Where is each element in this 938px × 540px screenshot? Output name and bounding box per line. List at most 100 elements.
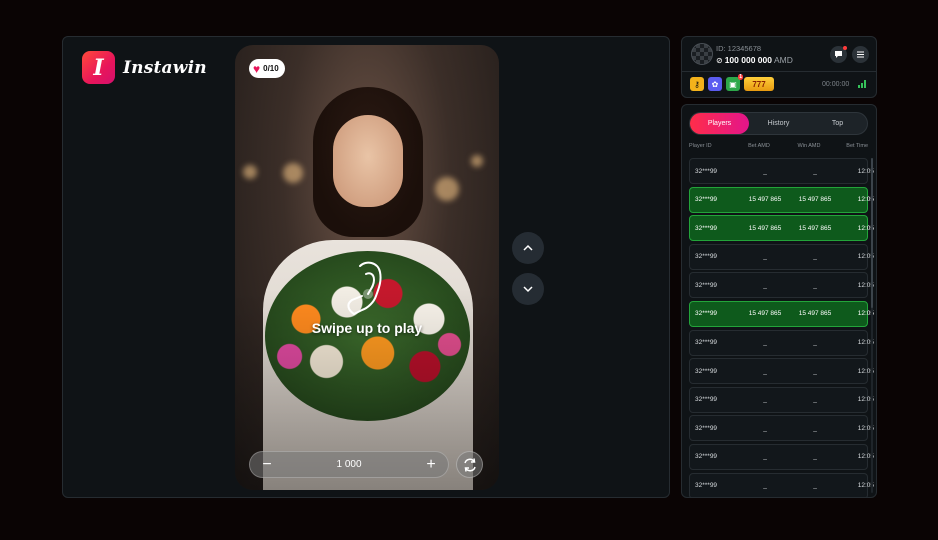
balance-currency: AMD — [773, 55, 793, 65]
win-amount: _ — [813, 424, 817, 432]
bets-panel: Players History Top Player ID Bet AMD Win AM… — [681, 104, 877, 498]
slots-badge[interactable]: 777 — [744, 77, 774, 91]
table-row: 32***99 _ _ 12:05 — [689, 386, 874, 413]
balance-amount: 100 000 000 — [724, 55, 772, 65]
refresh-icon — [463, 457, 476, 472]
table-row: 32***99 _ _ 12:05 — [689, 443, 874, 470]
bonus-badges: ⚷ ✿ ▣ 1 777 — [690, 74, 774, 91]
table-row: 32***99 _ _ 12:05 — [689, 329, 874, 356]
autoplay-button[interactable] — [456, 451, 483, 478]
bet-time: 12:05 — [857, 482, 874, 490]
win-amount: _ — [813, 482, 817, 490]
player-id: 32***99 — [695, 224, 718, 232]
likes-badge: ♥ 0/10 — [249, 59, 285, 78]
balance: ⊘ 100 000 000 AMD — [716, 55, 793, 65]
player-id: 32***99 — [695, 482, 718, 490]
win-amount: _ — [813, 367, 817, 375]
bet-amount: _ — [763, 396, 767, 404]
table-row: 32***99 _ _ 12:05 — [689, 472, 874, 497]
bets-tabs: Players History Top — [689, 112, 868, 135]
notification-dot — [843, 46, 847, 50]
bet-amount: _ — [763, 424, 767, 432]
likes-count: 0/10 — [263, 64, 279, 73]
game-card[interactable]: ♥ 0/10 Swipe up to play − 1 000 + — [235, 45, 499, 490]
user-id: ID: 12345678 — [716, 44, 762, 53]
eye-off-icon[interactable]: ⊘ — [716, 56, 723, 65]
bet-amount: _ — [763, 367, 767, 375]
table-row: 32***99 15 497 865 15 497 865 12:05 — [689, 300, 874, 327]
player-id: 32***99 — [695, 339, 718, 347]
bet-time: 12:05 — [857, 339, 874, 347]
logo-text: Instawin — [123, 57, 207, 78]
signal-icon — [858, 80, 866, 88]
table-row: 32***99 15 497 865 15 497 865 12:05 — [689, 186, 874, 213]
chevron-up-icon — [523, 244, 533, 251]
menu-button[interactable] — [852, 46, 869, 63]
table-row: 32***99 15 497 865 15 497 865 12:05 — [689, 215, 874, 242]
player-id: 32***99 — [695, 310, 718, 318]
increase-bet-button[interactable]: + — [422, 456, 440, 473]
swipe-text: Swipe up to play — [311, 320, 423, 336]
bet-time: 12:05 — [857, 453, 874, 461]
win-amount: _ — [813, 281, 817, 289]
bet-time: 12:05 — [857, 310, 874, 318]
bet-amount: _ — [763, 482, 767, 490]
bet-amount: 15 497 865 — [748, 310, 782, 318]
bag-count: 1 — [738, 74, 743, 80]
next-button[interactable] — [512, 273, 544, 305]
table-row: 32***99 _ _ 12:05 — [689, 243, 874, 270]
player-id: 32***99 — [695, 424, 718, 432]
player-id: 32***99 — [695, 253, 718, 261]
heart-icon: ♥ — [253, 61, 261, 76]
hand-swipe-icon — [347, 261, 382, 315]
tab-history[interactable]: History — [749, 113, 808, 134]
bet-time: 12:05 — [857, 224, 874, 232]
column-header: Bet AMD — [748, 143, 770, 149]
win-amount: _ — [813, 339, 817, 347]
bets-table-header: Player ID Bet AMD Win AMD Bet Time — [689, 143, 868, 149]
bet-amount: _ — [763, 339, 767, 347]
win-amount: 15 497 865 — [798, 224, 832, 232]
bet-time: 12:05 — [857, 281, 874, 289]
previous-button[interactable] — [512, 232, 544, 264]
column-header: Bet Time — [846, 143, 868, 149]
win-amount: 15 497 865 — [798, 310, 832, 318]
bag-icon[interactable]: ▣ 1 — [726, 74, 743, 91]
tab-players[interactable]: Players — [690, 113, 749, 134]
scrollbar-thumb[interactable] — [871, 158, 873, 308]
swipe-hint: Swipe up to play — [235, 260, 499, 336]
chat-button[interactable] — [830, 46, 847, 63]
avatar[interactable] — [691, 43, 713, 65]
table-row: 32***99 _ _ 12:05 — [689, 358, 874, 385]
win-amount: _ — [813, 253, 817, 261]
bet-time: 12:05 — [857, 196, 874, 204]
key-icon[interactable]: ⚷ — [690, 77, 704, 91]
tab-top[interactable]: Top — [808, 113, 867, 134]
bet-amount: 15 497 865 — [748, 224, 782, 232]
column-header: Win AMD — [797, 143, 821, 149]
game-panel: I Instawin ♥ 0/10 Swipe up to play − 1 0… — [62, 36, 670, 498]
bet-time: 12:05 — [857, 424, 874, 432]
bet-amount-stepper[interactable]: − 1 000 + — [249, 451, 449, 478]
player-id: 32***99 — [695, 281, 718, 289]
win-amount: _ — [813, 453, 817, 461]
table-row: 32***99 _ _ 12:05 — [689, 272, 874, 299]
account-panel: ID: 12345678 ⊘ 100 000 000 AMD ⚷ ✿ ▣ 1 77… — [681, 36, 877, 98]
bet-amount-value[interactable]: 1 000 — [336, 459, 361, 470]
win-amount: _ — [813, 167, 817, 175]
session-timer: 00:00:00 — [822, 81, 850, 88]
decrease-bet-button[interactable]: − — [258, 456, 276, 473]
player-id: 32***99 — [695, 167, 718, 175]
table-row: 32***99 _ _ 12:05 — [689, 415, 874, 442]
bet-time: 12:05 — [857, 253, 874, 261]
bet-time: 12:05 — [857, 367, 874, 375]
win-amount: 15 497 865 — [798, 196, 832, 204]
gift-icon[interactable]: ✿ — [708, 77, 722, 91]
chevron-down-icon — [523, 286, 533, 293]
bet-time: 12:05 — [857, 167, 874, 175]
player-id: 32***99 — [695, 453, 718, 461]
bet-amount: _ — [763, 453, 767, 461]
bet-time: 12:05 — [857, 396, 874, 404]
column-header: Player ID — [689, 143, 712, 149]
player-id: 32***99 — [695, 367, 718, 375]
